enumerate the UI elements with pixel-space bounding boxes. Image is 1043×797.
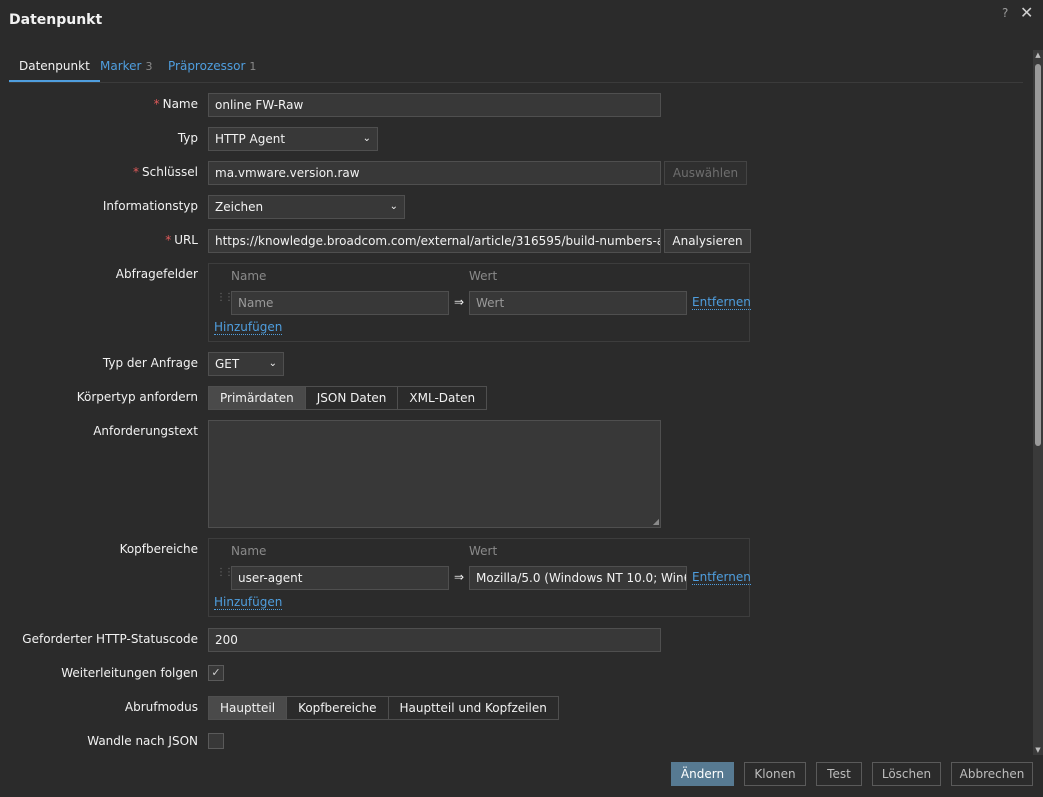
url-label: * URL	[165, 233, 198, 247]
chevron-down-icon: ⌄	[362, 133, 371, 144]
scroll-thumb[interactable]	[1035, 64, 1041, 446]
scrollbar[interactable]: ▲ ▼	[1033, 50, 1043, 755]
tab-label: Marker	[100, 59, 142, 73]
delete-button[interactable]: Löschen	[872, 762, 941, 786]
name-label: * Name	[154, 97, 198, 111]
column-header-name: Name	[231, 544, 267, 558]
tab-label: Präprozessor	[168, 59, 246, 73]
abrufmodus-label: Abrufmodus	[124, 700, 198, 714]
close-icon[interactable]: ✕	[1020, 3, 1033, 22]
koerpertyp-label: Körpertyp anfordern	[76, 390, 198, 404]
query-remove-link[interactable]: Entfernen	[692, 295, 751, 310]
abrufmodus-option-beides[interactable]: Hauptteil und Kopfzeilen	[387, 696, 559, 720]
scroll-down-icon[interactable]: ▼	[1033, 745, 1043, 755]
abrufmodus-segmented: Hauptteil Kopfbereiche Hauptteil und Kop…	[208, 696, 559, 720]
help-icon[interactable]: ?	[1002, 6, 1008, 20]
analysieren-button[interactable]: Analysieren	[664, 229, 751, 253]
test-button[interactable]: Test	[816, 762, 862, 786]
tab-praeprozessor[interactable]: Präprozessor 1	[168, 52, 256, 80]
chevron-down-icon: ⌄	[389, 201, 398, 212]
tab-marker[interactable]: Marker 3	[100, 52, 152, 80]
abrufmodus-option-hauptteil[interactable]: Hauptteil	[208, 696, 288, 720]
name-input[interactable]: online FW-Raw	[208, 93, 661, 117]
header-remove-link[interactable]: Entfernen	[692, 570, 751, 585]
arrow-icon: ⇒	[454, 570, 465, 584]
column-header-value: Wert	[469, 544, 498, 558]
informationstyp-select[interactable]: Zeichen ⌄	[208, 195, 405, 219]
chevron-down-icon: ⌄	[268, 358, 277, 369]
drag-handle-icon[interactable]: ⋮⋮	[216, 568, 234, 578]
kopfbereiche-label: Kopfbereiche	[119, 542, 198, 556]
header-add-link[interactable]: Hinzufügen	[214, 595, 283, 610]
tab-label: Datenpunkt	[19, 59, 90, 73]
typ-select-value: HTTP Agent	[215, 132, 286, 146]
typ-select[interactable]: HTTP Agent ⌄	[208, 127, 378, 151]
column-header-value: Wert	[469, 269, 498, 283]
url-label-text: URL	[174, 233, 198, 247]
resize-handle-icon[interactable]: ◢	[653, 517, 659, 526]
dialog-title: Datenpunkt	[9, 12, 103, 28]
wandle-json-checkbox[interactable]	[208, 733, 224, 749]
anforderungstext-textarea[interactable]: ◢	[208, 420, 661, 528]
arrow-icon: ⇒	[454, 295, 465, 309]
koerpertyp-segmented: Primärdaten JSON Daten XML-Daten	[208, 386, 488, 410]
tab-count: 1	[249, 60, 257, 73]
required-marker: *	[133, 165, 140, 179]
typ-label: Typ	[177, 131, 198, 145]
anforderungstext-label: Anforderungstext	[93, 424, 198, 438]
tab-datenpunkt[interactable]: Datenpunkt	[9, 52, 100, 83]
query-add-link[interactable]: Hinzufügen	[214, 320, 283, 335]
required-marker: *	[153, 97, 160, 111]
statuscode-input[interactable]: 200	[208, 628, 661, 652]
request-method-select[interactable]: GET ⌄	[208, 352, 284, 376]
schluessel-input[interactable]: ma.vmware.version.raw	[208, 161, 661, 185]
informationstyp-select-value: Zeichen	[215, 200, 264, 214]
request-method-value: GET	[215, 357, 240, 371]
scroll-up-icon[interactable]: ▲	[1033, 50, 1043, 60]
abfragefelder-label: Abfragefelder	[115, 267, 198, 281]
koerpertyp-option-xml[interactable]: XML-Daten	[397, 386, 488, 410]
required-marker: *	[165, 233, 172, 247]
weiterleitungen-checkbox[interactable]: ✓	[208, 665, 224, 681]
name-label-text: Name	[162, 97, 198, 111]
schluessel-label: * Schlüssel	[133, 165, 198, 179]
koerpertyp-option-json[interactable]: JSON Daten	[304, 386, 399, 410]
koerpertyp-option-primaerdaten[interactable]: Primärdaten	[208, 386, 306, 410]
weiterleitungen-label: Weiterleitungen folgen	[61, 666, 198, 680]
query-name-input[interactable]: Name	[231, 291, 449, 315]
wandle-json-label: Wandle nach JSON	[87, 734, 198, 748]
header-name-input[interactable]: user-agent	[231, 566, 449, 590]
abrufmodus-option-kopfbereiche[interactable]: Kopfbereiche	[286, 696, 389, 720]
auswaehlen-button[interactable]: Auswählen	[664, 161, 747, 185]
statuscode-label: Geforderter HTTP-Statuscode	[22, 632, 198, 646]
query-value-input[interactable]: Wert	[469, 291, 687, 315]
typ-der-anfrage-label: Typ der Anfrage	[102, 356, 198, 370]
cancel-button[interactable]: Abbrechen	[951, 762, 1033, 786]
tab-count: 3	[145, 60, 153, 73]
tab-divider	[9, 82, 1023, 83]
drag-handle-icon[interactable]: ⋮⋮	[216, 293, 234, 303]
url-input[interactable]: https://knowledge.broadcom.com/external/…	[208, 229, 661, 253]
header-value-input[interactable]: Mozilla/5.0 (Windows NT 10.0; Win64;	[469, 566, 687, 590]
clone-button[interactable]: Klonen	[744, 762, 806, 786]
column-header-name: Name	[231, 269, 267, 283]
update-button[interactable]: Ändern	[671, 762, 734, 786]
schluessel-label-text: Schlüssel	[142, 165, 198, 179]
informationstyp-label: Informationstyp	[102, 199, 198, 213]
